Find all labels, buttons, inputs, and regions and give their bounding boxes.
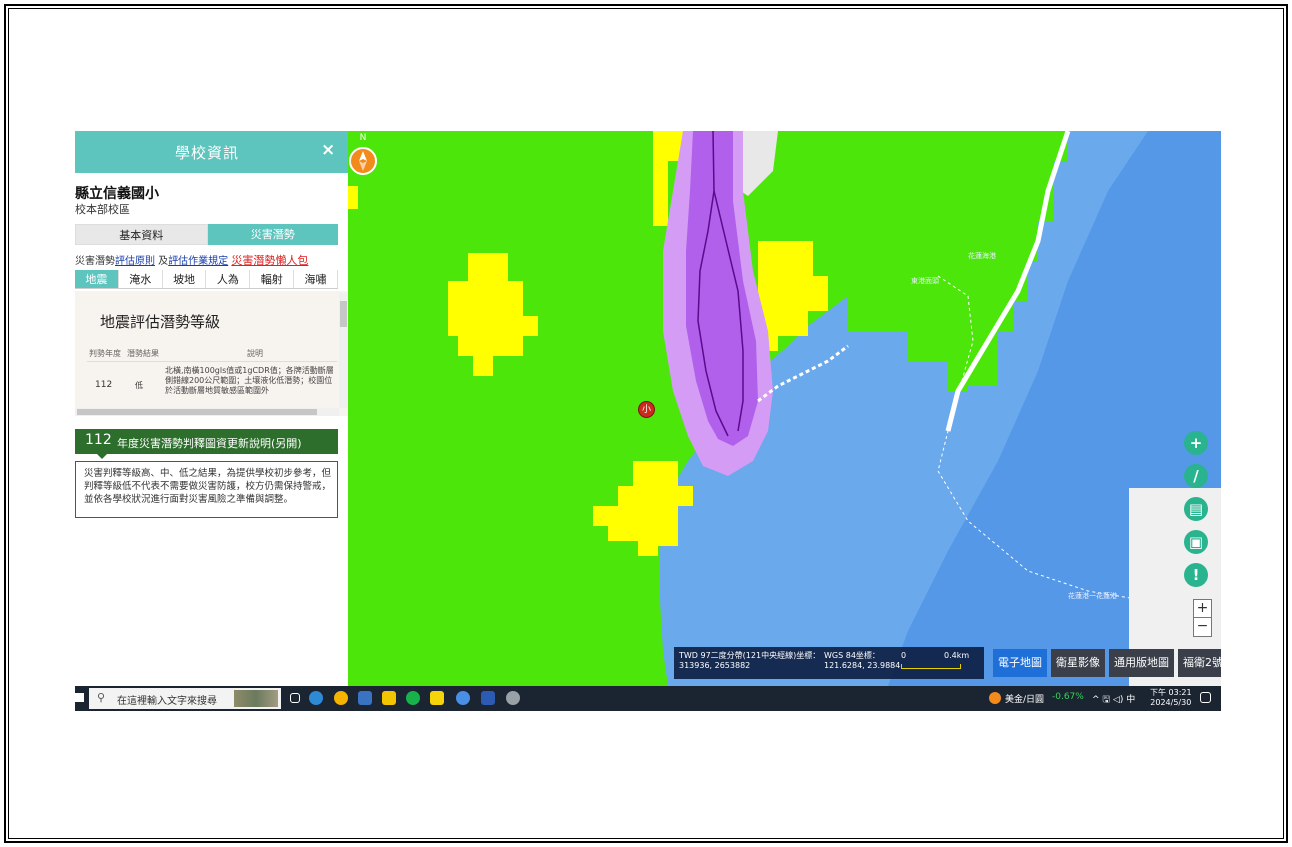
hazard-type-tabs: 地震 淹水 坡地 人為 輻射 海嘯: [75, 270, 338, 289]
paint-icon[interactable]: [506, 691, 520, 705]
close-icon[interactable]: ×: [321, 140, 335, 160]
tab-tsunami[interactable]: 海嘯: [294, 270, 338, 288]
stock-change: -0.67%: [1052, 692, 1084, 702]
map-label-route: 花蓮港一花蓮港: [1068, 592, 1117, 600]
line-icon[interactable]: [406, 691, 420, 705]
map-label-harbor: 花蓮海港: [968, 252, 996, 260]
map-label-pier: 東港面頭: [911, 277, 939, 285]
hazard-links: 災害潛勢評估原則 及評估作業規定 災害潛勢懶人包: [75, 252, 308, 268]
clock[interactable]: 下午 03:21 2024/5/30: [1150, 688, 1192, 708]
basemap-switcher: 電子地圖 衛星影像 通用版地圖 福衛2號: [993, 649, 1221, 677]
school-info-panel: 學校資訊 × 縣立信義國小 校本部校區 基本資料 災害潛勢 災害潛勢評估原則 及…: [75, 131, 348, 686]
col-header-year: 判勢年度: [89, 349, 121, 358]
links-and: 及: [155, 256, 169, 267]
tab-earthquake[interactable]: 地震: [75, 270, 119, 288]
basemap-satellite[interactable]: 衛星影像: [1051, 649, 1105, 677]
map-view[interactable]: 小 花蓮海港 東港面頭 花蓮港一花蓮港 N + / ▤ ▣ ! + − TWD …: [348, 131, 1221, 686]
basemap-electronic[interactable]: 電子地圖: [993, 649, 1047, 677]
search-icon: ⚲: [97, 691, 106, 704]
horizontal-scrollbar[interactable]: [75, 408, 339, 416]
scale-end: 0.4km: [944, 651, 970, 660]
hazard-zone-4: [593, 461, 693, 556]
tab-man-made[interactable]: 人為: [206, 270, 251, 288]
ops-rule-link[interactable]: 評估作業規定: [168, 256, 228, 267]
update-notice-link[interactable]: 112 年度災害潛勢判釋圖資更新說明(另開): [75, 429, 338, 459]
scroll-thumb[interactable]: [340, 301, 347, 327]
tab-basic-info[interactable]: 基本資料: [75, 224, 208, 245]
tab-radiation[interactable]: 輻射: [250, 270, 295, 288]
zoom-in-button[interactable]: +: [1194, 600, 1211, 618]
edge-icon[interactable]: [309, 691, 323, 705]
alert-icon[interactable]: !: [1184, 563, 1208, 587]
taskbar-search[interactable]: ⚲ 在這裡輸入文字來搜尋: [89, 688, 281, 709]
school-name: 縣立信義國小: [75, 186, 159, 202]
tab-flood[interactable]: 淹水: [118, 270, 163, 288]
basemap-formosat2[interactable]: 福衛2號: [1178, 649, 1221, 677]
file-explorer-icon[interactable]: [382, 691, 396, 705]
campus-name: 校本部校區: [75, 203, 130, 216]
info-tabs: 基本資料 災害潛勢: [75, 224, 338, 245]
panel-title: 學校資訊: [175, 144, 240, 162]
row-description: 北橫,南橫100gls值或1gCDR值；各牌活動斷層側錯線200公尺範圍；土壤液…: [165, 366, 334, 395]
stock-label[interactable]: 美金/日圓: [1005, 692, 1044, 705]
clock-date: 2024/5/30: [1150, 698, 1192, 707]
add-layer-icon[interactable]: +: [1184, 431, 1208, 455]
vertical-scrollbar[interactable]: [339, 293, 348, 408]
row-year: 112: [95, 380, 113, 390]
word-icon[interactable]: [481, 691, 495, 705]
basemap-general[interactable]: 通用版地圖: [1109, 649, 1174, 677]
weather-icon[interactable]: [989, 692, 1001, 704]
screenshot: 學校資訊 × 縣立信義國小 校本部校區 基本資料 災害潛勢 災害潛勢評估原則 及…: [75, 131, 1221, 711]
links-prefix: 災害潛勢: [75, 256, 115, 267]
wgs-label: WGS 84坐標：: [824, 651, 880, 660]
wgs-coords: WGS 84坐標： 121.6284, 23.9884: [824, 651, 900, 671]
col-header-desc: 說明: [247, 349, 263, 358]
twd-value: 313936, 2653882: [679, 661, 751, 670]
windows-start-icon[interactable]: [75, 693, 84, 702]
panel-header: 學校資訊 ×: [75, 131, 348, 173]
col-header-result: 潛勢結果: [127, 349, 159, 358]
zoom-out-button[interactable]: −: [1194, 618, 1211, 636]
coordinate-readout: TWD 97二度分帶(121中央經線)坐標： 313936, 2653882 W…: [674, 647, 984, 679]
windows-taskbar: ⚲ 在這裡輸入文字來搜尋 美金/日圓 -0.67% ^ 🖫 ◁) 中 下午 03…: [75, 686, 1221, 711]
system-tray[interactable]: ^ 🖫 ◁) 中: [1092, 692, 1135, 708]
map-canvas: [348, 131, 1221, 686]
scroll-thumb-h[interactable]: [77, 409, 317, 415]
tab-slope[interactable]: 坡地: [162, 270, 207, 288]
hazard-zone-5: [348, 186, 358, 209]
school-marker[interactable]: 小: [638, 401, 655, 418]
svg-text:N: N: [360, 133, 367, 143]
table-divider: [87, 361, 337, 362]
zoom-control: + −: [1193, 599, 1212, 637]
chrome-active-icon[interactable]: [456, 691, 470, 705]
scale-start: 0: [901, 651, 907, 660]
search-placeholder: 在這裡輸入文字來搜尋: [117, 696, 217, 707]
eval-principle-link[interactable]: 評估原則: [115, 256, 155, 267]
caret-icon: [97, 454, 107, 459]
update-text: 年度災害潛勢判釋圖資更新說明(另開): [117, 437, 302, 450]
scale-bar: [901, 664, 961, 669]
chrome-icon[interactable]: [334, 691, 348, 705]
row-level: 低: [135, 381, 143, 390]
twd-label: TWD 97二度分帶(121中央經線)坐標：: [679, 651, 821, 660]
hazard-heading: 地震評估潛勢等級: [100, 313, 221, 331]
disclaimer-notice: 災害判釋等級高、中、低之結果，為提供學校初步參考，但判釋等級低不代表不需要做災害…: [75, 461, 338, 518]
print-icon[interactable]: ▤: [1184, 497, 1208, 521]
tab-hazard-potential[interactable]: 災害潛勢: [207, 224, 338, 245]
clock-time: 下午 03:21: [1150, 688, 1192, 697]
search-highlight-image: [234, 690, 278, 707]
twd-coords: TWD 97二度分帶(121中央經線)坐標： 313936, 2653882: [679, 651, 820, 671]
notification-icon[interactable]: [1200, 692, 1211, 703]
image-export-icon[interactable]: ▣: [1184, 530, 1208, 554]
sticky-notes-icon[interactable]: [430, 691, 444, 705]
task-view-icon[interactable]: [290, 693, 300, 703]
hazard-pack-link[interactable]: 災害潛勢懶人包: [231, 254, 308, 267]
update-year: 112: [85, 432, 112, 448]
hazard-content: 地震評估潛勢等級 判勢年度 潛勢結果 說明 112 低 北橫,南橫100gls值…: [75, 291, 348, 416]
media-icon[interactable]: [358, 691, 372, 705]
draw-tool-icon[interactable]: /: [1184, 464, 1208, 488]
wgs-value: 121.6284, 23.9884: [824, 661, 901, 670]
compass-icon[interactable]: N: [348, 131, 378, 175]
hazard-zone-1: [448, 253, 538, 376]
